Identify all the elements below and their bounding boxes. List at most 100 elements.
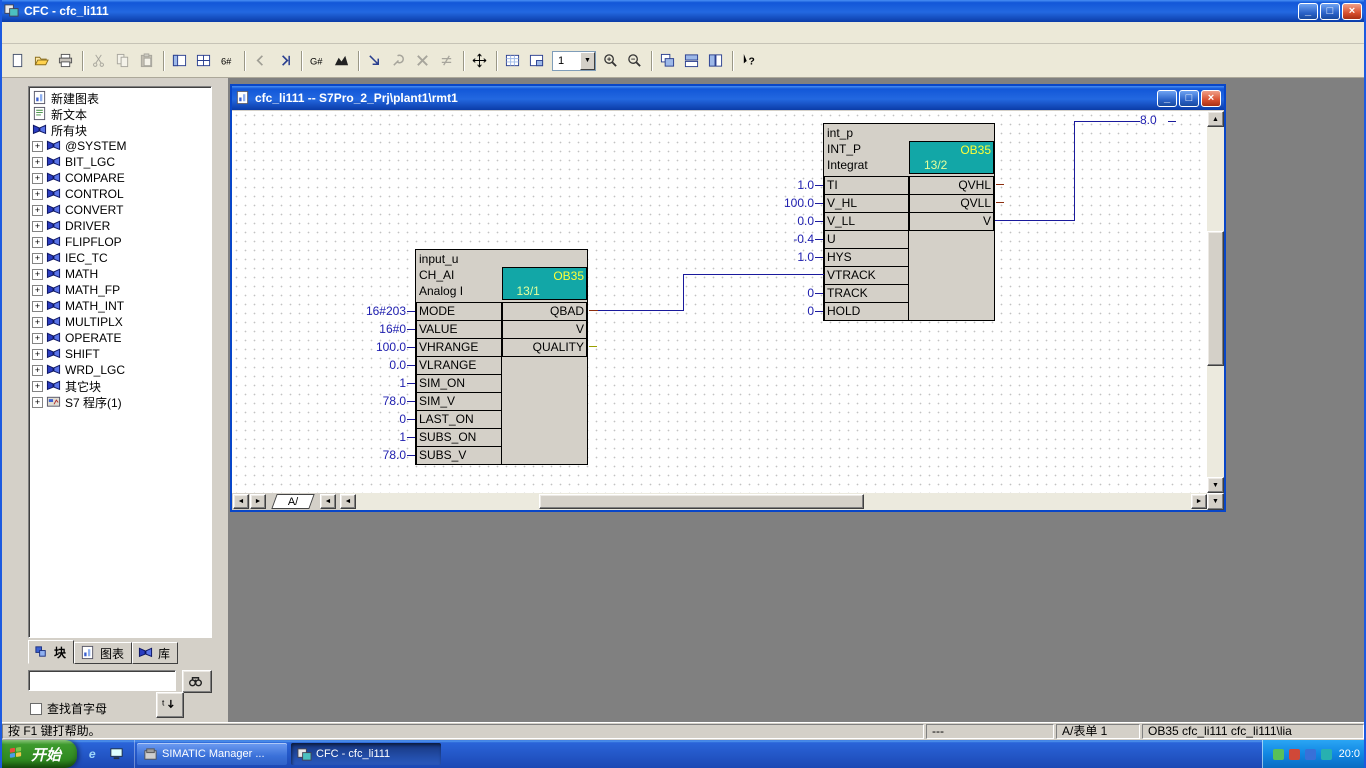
pin-value[interactable]: 100.0 bbox=[784, 194, 814, 213]
sheet-view-button[interactable] bbox=[168, 49, 192, 73]
input-pin-HYS[interactable]: 1.0HYS bbox=[824, 248, 909, 267]
chart-minimize-button[interactable]: _ bbox=[1157, 90, 1177, 107]
input-pin-LAST_ON[interactable]: 0LAST_ON bbox=[416, 410, 502, 429]
previous-sheet-button[interactable] bbox=[249, 49, 273, 73]
horizontal-scrollbar[interactable]: ◄ ► bbox=[340, 493, 1207, 510]
delete-interconnection-button[interactable] bbox=[411, 49, 435, 73]
find-initial-checkbox[interactable] bbox=[30, 703, 42, 715]
connection-line[interactable] bbox=[598, 310, 684, 311]
pin-name[interactable]: VLRANGE bbox=[416, 356, 502, 375]
tray-icon-3[interactable] bbox=[1305, 749, 1316, 760]
pin-name[interactable]: VHRANGE bbox=[416, 338, 502, 357]
new-chart-button[interactable] bbox=[6, 49, 30, 73]
tree-item-MATH_INT[interactable]: + MATH_INT bbox=[32, 298, 211, 314]
vscroll-up-arrow[interactable]: ▲ bbox=[1207, 111, 1224, 127]
pin-name[interactable]: QUALITY bbox=[502, 338, 588, 357]
pin-value[interactable]: 1.0 bbox=[797, 248, 814, 267]
chevron-down-icon[interactable]: ▼ bbox=[580, 52, 595, 70]
trend-display-button[interactable] bbox=[330, 49, 354, 73]
input-pin-SUBS_V[interactable]: 78.0SUBS_V bbox=[416, 446, 502, 465]
chart-canvas[interactable]: input_uCH_AIAnalog IOB3513/116#203MODE16… bbox=[232, 111, 1207, 493]
pin-name[interactable]: V bbox=[909, 212, 994, 231]
pin-name[interactable]: TI bbox=[824, 176, 909, 195]
hscroll-left-arrow[interactable]: ◄ bbox=[340, 494, 356, 509]
tree-item-新文本[interactable]: + 新文本 bbox=[32, 106, 211, 122]
tray-icon-4[interactable] bbox=[1321, 749, 1332, 760]
expand-icon[interactable]: + bbox=[32, 365, 43, 376]
zoom-in-button[interactable] bbox=[599, 49, 623, 73]
tree-item-S7 程序(1)[interactable]: + S7 程序(1) bbox=[32, 394, 211, 410]
tree-item-IEC_TC[interactable]: + IEC_TC bbox=[32, 250, 211, 266]
expand-icon[interactable]: + bbox=[32, 205, 43, 216]
expand-icon[interactable]: + bbox=[32, 189, 43, 200]
menu-item[interactable] bbox=[104, 30, 118, 36]
tree-item-MULTIPLX[interactable]: + MULTIPLX bbox=[32, 314, 211, 330]
pin-name[interactable]: HYS bbox=[824, 248, 909, 267]
start-button[interactable]: 开始 bbox=[0, 740, 77, 768]
menu-item[interactable] bbox=[6, 30, 20, 36]
overview-button[interactable] bbox=[192, 49, 216, 73]
find-button[interactable] bbox=[182, 670, 212, 693]
tree-item-DRIVER[interactable]: + DRIVER bbox=[32, 218, 211, 234]
output-pin-V[interactable]: V bbox=[909, 212, 994, 231]
tree-item-SHIFT[interactable]: + SHIFT bbox=[32, 346, 211, 362]
hscroll-thumb[interactable] bbox=[539, 494, 864, 509]
tray-icon-2[interactable] bbox=[1289, 749, 1300, 760]
tile-windows-button[interactable] bbox=[680, 49, 704, 73]
copy-button[interactable] bbox=[111, 49, 135, 73]
expand-icon[interactable]: + bbox=[32, 237, 43, 248]
close-button[interactable]: × bbox=[1342, 3, 1362, 20]
expand-icon[interactable]: + bbox=[32, 301, 43, 312]
expand-icon[interactable]: + bbox=[32, 269, 43, 280]
connection-line[interactable] bbox=[995, 220, 1075, 221]
input-pin-VLRANGE[interactable]: 0.0VLRANGE bbox=[416, 356, 502, 375]
input-pin-TRACK[interactable]: 0TRACK bbox=[824, 284, 909, 303]
input-pin-V_LL[interactable]: 0.0V_LL bbox=[824, 212, 909, 231]
pin-name[interactable]: V bbox=[502, 320, 588, 339]
function-block-input_u[interactable]: input_uCH_AIAnalog IOB3513/116#203MODE16… bbox=[415, 249, 588, 465]
tree-item-OPERATE[interactable]: + OPERATE bbox=[32, 330, 211, 346]
pin-value[interactable]: 0.0 bbox=[389, 356, 406, 375]
tree-item-BIT_LGC[interactable]: + BIT_LGC bbox=[32, 154, 211, 170]
pin-value[interactable]: 0.0 bbox=[797, 212, 814, 231]
scrollbar-corner[interactable]: ▼ bbox=[1207, 493, 1224, 510]
input-pin-VHRANGE[interactable]: 100.0VHRANGE bbox=[416, 338, 502, 357]
tree-item-FLIPFLOP[interactable]: + FLIPFLOP bbox=[32, 234, 211, 250]
pin-value[interactable]: 1 bbox=[399, 374, 406, 393]
pin-name[interactable]: SUBS_V bbox=[416, 446, 502, 465]
pin-name[interactable]: MODE bbox=[416, 302, 502, 321]
pin-name[interactable]: V_HL bbox=[824, 194, 909, 213]
chart-maximize-button[interactable]: □ bbox=[1179, 90, 1199, 107]
vscroll-thumb[interactable] bbox=[1207, 231, 1224, 366]
pin-name[interactable]: SIM_ON bbox=[416, 374, 502, 393]
menu-item[interactable] bbox=[62, 30, 76, 36]
expand-icon[interactable]: + bbox=[32, 253, 43, 264]
expand-icon[interactable]: + bbox=[32, 349, 43, 360]
compare-button[interactable] bbox=[435, 49, 459, 73]
pin-name[interactable]: SIM_V bbox=[416, 392, 502, 411]
initial-letter-button[interactable]: t bbox=[156, 692, 184, 718]
next-sheet-button[interactable] bbox=[273, 49, 297, 73]
input-pin-V_HL[interactable]: 100.0V_HL bbox=[824, 194, 909, 213]
sheet-prev-button[interactable]: ◄ bbox=[233, 494, 249, 509]
pin-value[interactable]: 0 bbox=[399, 410, 406, 429]
pin-value[interactable]: 16#0 bbox=[379, 320, 406, 339]
tree-item-所有块[interactable]: + 所有块 bbox=[32, 122, 211, 138]
maximize-button[interactable]: □ bbox=[1320, 3, 1340, 20]
minimize-button[interactable]: _ bbox=[1298, 3, 1318, 20]
pin-value[interactable]: -0.4 bbox=[793, 230, 814, 249]
unlock-runtime-button[interactable] bbox=[387, 49, 411, 73]
zoom-out-button[interactable] bbox=[623, 49, 647, 73]
runtime-sequence-button[interactable]: 6# bbox=[216, 49, 240, 73]
expand-icon[interactable]: + bbox=[32, 381, 43, 392]
taskbar-task-SIMATIC Manager ...[interactable]: SIMATIC Manager ... bbox=[137, 743, 287, 765]
pin-value[interactable]: 16#203 bbox=[366, 302, 406, 321]
menu-item[interactable] bbox=[90, 30, 104, 36]
pin-name[interactable]: U bbox=[824, 230, 909, 249]
connection-line[interactable] bbox=[683, 274, 824, 275]
pin-name[interactable]: HOLD bbox=[824, 302, 909, 321]
chart-window-titlebar[interactable]: cfc_li111 -- S7Pro_2_Prj\plant1\rmt1 _ □… bbox=[232, 86, 1224, 110]
sheet-tab[interactable]: A/ bbox=[271, 494, 314, 509]
input-pin-VTRACK[interactable]: VTRACK bbox=[824, 266, 909, 285]
expand-icon[interactable]: + bbox=[32, 173, 43, 184]
